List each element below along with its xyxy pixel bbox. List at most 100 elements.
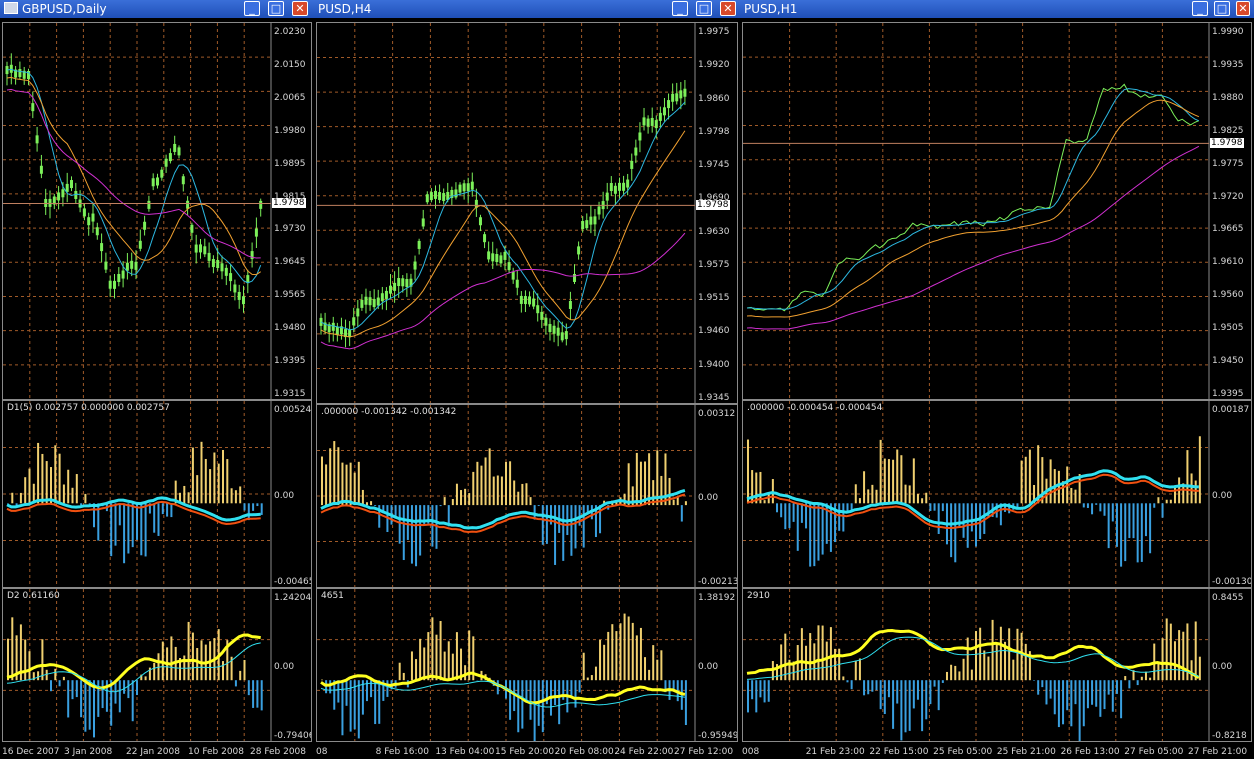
date-tick-label: 008 — [742, 747, 760, 757]
histogram-bar — [325, 464, 328, 506]
candle-body — [622, 182, 626, 191]
chart-window-daily[interactable]: GBPUSD,Daily _ □ ✕ 2.0230 2.0150 2.0065 1.9… — [0, 0, 314, 759]
histogram-bar — [780, 503, 783, 518]
histogram-bar — [423, 647, 426, 681]
chart-window-h4[interactable]: PUSD,H4 _ □ ✕ 1.9975 1.9920 1.9860 1.9798 1.… — [314, 0, 740, 759]
candle-body — [417, 240, 421, 249]
price-chart-pane[interactable]: 1.9975 1.9920 1.9860 1.9798 1.9745 1.9690 1.96… — [316, 22, 738, 404]
histogram-bar — [131, 680, 134, 722]
slow-ma-line — [746, 99, 1200, 318]
date-tick-label: 22 Feb 15:00 — [869, 747, 929, 757]
candle-body — [254, 228, 258, 237]
histogram-bar — [896, 680, 899, 704]
chart-canvas — [3, 401, 272, 587]
histogram-bar — [1128, 680, 1131, 689]
price-axis-label: 1.9745 — [698, 160, 730, 171]
maximize-button[interactable]: □ — [696, 1, 712, 16]
histogram-bar — [817, 503, 820, 561]
minimize-button[interactable]: _ — [1192, 1, 1208, 16]
minimize-button[interactable]: _ — [244, 1, 260, 16]
histogram-bar — [582, 652, 585, 681]
histogram-bar — [912, 458, 915, 504]
indicator-label: D2 0.61160 — [7, 591, 60, 601]
candle-body — [160, 169, 164, 178]
price-axis-label: 1.9630 — [698, 226, 730, 237]
histogram-bar — [118, 680, 121, 713]
candle-body — [331, 322, 335, 331]
histogram-bar — [887, 459, 890, 504]
histogram-bar — [200, 441, 203, 504]
histogram-bar — [958, 671, 961, 681]
candle-body — [31, 103, 35, 112]
histogram-bar — [7, 638, 9, 681]
histogram-bar — [558, 680, 561, 725]
minimize-button[interactable]: _ — [672, 1, 688, 16]
maximize-button[interactable]: □ — [1214, 1, 1230, 16]
histogram-bar — [921, 498, 924, 504]
candle-body — [552, 325, 556, 334]
histogram-bar — [509, 680, 512, 720]
candle-body — [491, 253, 495, 262]
histogram-bar — [863, 471, 866, 504]
window-titlebar[interactable]: GBPUSD,Daily _ □ ✕ — [0, 0, 314, 18]
histogram-bar — [196, 475, 199, 504]
histogram-bar — [496, 680, 499, 695]
histogram-bar — [234, 680, 237, 687]
histogram-bar — [1086, 680, 1089, 709]
window-titlebar[interactable]: PUSD,H1 _ □ ✕ — [740, 0, 1254, 18]
histogram-bar — [1049, 680, 1052, 699]
histogram-bar — [533, 680, 536, 741]
candle-body — [39, 165, 43, 174]
histogram-bar — [962, 658, 965, 681]
histogram-bar — [45, 669, 48, 681]
candle-body — [667, 100, 671, 109]
indicator-pane-1[interactable]: .000000 -0.001342 -0.001342 0.00312 0.00 -… — [316, 404, 738, 588]
current-price-badge: 1.9798 — [1210, 138, 1244, 149]
histogram-bar — [966, 637, 969, 681]
window-titlebar[interactable]: PUSD,H4 _ □ ✕ — [314, 0, 740, 18]
histogram-bar — [476, 461, 479, 506]
close-button[interactable]: ✕ — [720, 1, 736, 16]
histogram-bar — [1165, 618, 1168, 681]
close-button[interactable]: ✕ — [292, 1, 308, 16]
price-axis-label: 1.9720 — [1212, 191, 1244, 202]
indicator-pane-1[interactable]: .000000 -0.000454 -0.000454 0.00187 0.00 -… — [742, 400, 1252, 588]
candle-body — [117, 273, 121, 282]
histogram-bar — [987, 656, 990, 681]
chart-window-h1[interactable]: PUSD,H1 _ □ ✕ 1.9990 1.9935 1.9880 1.9825 1.… — [740, 0, 1254, 759]
histogram-bar — [419, 638, 422, 681]
price-axis-label: 1.9610 — [1212, 257, 1244, 268]
close-button[interactable]: ✕ — [1236, 1, 1250, 16]
date-tick-label: 08 — [316, 747, 328, 757]
price-chart-pane[interactable]: 1.9990 1.9935 1.9880 1.9825 1.9775 1.9720 1.96… — [742, 22, 1252, 400]
histogram-bar — [370, 501, 373, 506]
histogram-bar — [50, 467, 52, 504]
indicator-label: .000000 -0.001342 -0.001342 — [321, 407, 457, 417]
chart-canvas — [317, 589, 696, 741]
candle-body — [9, 64, 13, 73]
histogram-bar — [118, 503, 121, 526]
candle-body — [646, 118, 650, 127]
indicator-pane-2[interactable]: 2910 0.8455 0.00 -0.8218 — [742, 588, 1252, 742]
histogram-bar — [84, 680, 87, 732]
histogram-bar — [892, 680, 895, 729]
histogram-bar — [1012, 659, 1015, 681]
histogram-bar — [11, 492, 14, 504]
price-axis-label: 1.38192 — [698, 593, 736, 603]
indicator-pane-1[interactable]: D1(5) 0.002757 0.000000 0.002757 0.00524… — [2, 400, 312, 588]
fast-ma-line — [746, 88, 1200, 310]
histogram-bar — [680, 505, 683, 522]
price-chart-pane[interactable]: 2.0230 2.0150 2.0065 1.9980 1.9895 1.9815 1.97… — [2, 22, 312, 400]
histogram-bar — [863, 680, 866, 696]
histogram-bar — [954, 665, 957, 681]
candle-body — [433, 190, 437, 199]
indicator-pane-2[interactable]: 4651 1.38192 0.00 -0.95949 — [316, 588, 738, 742]
candle-body — [597, 206, 601, 215]
maximize-button[interactable]: □ — [268, 1, 284, 16]
histogram-bar — [455, 483, 458, 506]
indicator-pane-2[interactable]: D2 0.61160 1.24204 0.00 -0.79406 — [2, 588, 312, 742]
price-axis-label: 1.9825 — [1212, 125, 1244, 136]
price-axis-label: 1.9395 — [1212, 389, 1244, 399]
histogram-bar — [1074, 489, 1077, 504]
histogram-bar — [84, 493, 87, 504]
